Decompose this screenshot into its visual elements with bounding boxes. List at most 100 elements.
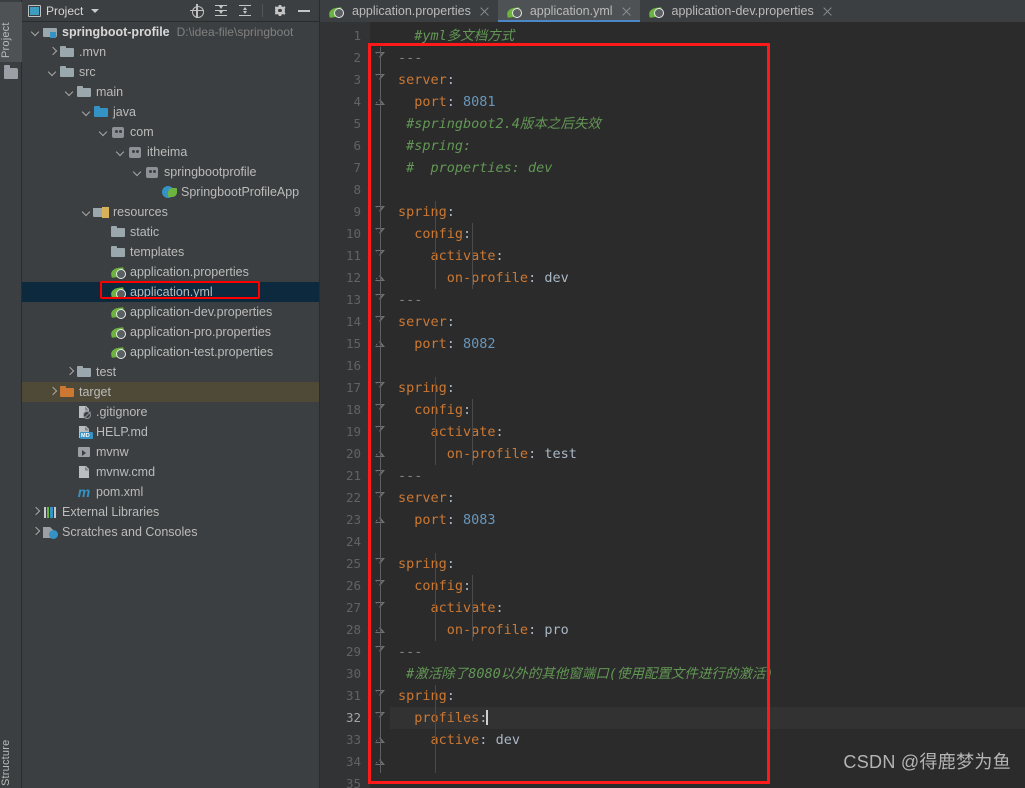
code-line[interactable] — [390, 355, 1025, 377]
code-line[interactable]: #yml多文档方式 — [390, 25, 1025, 47]
editor-tab-application-dev-properties[interactable]: application-dev.properties — [640, 0, 841, 22]
code-line[interactable]: config: — [390, 575, 1025, 597]
code-line[interactable]: activate: — [390, 421, 1025, 443]
tree-item-application-yml[interactable]: application.yml — [22, 282, 319, 302]
tree-item-mvnw[interactable]: mvnw — [22, 442, 319, 462]
line-number: 13 — [345, 292, 361, 307]
project-tree[interactable]: springboot-profile D:\idea-file\springboo… — [22, 22, 319, 788]
code-line[interactable]: server: — [390, 69, 1025, 91]
tree-item-pom-xml[interactable]: m pom.xml — [22, 482, 319, 502]
tree-item-src[interactable]: src — [22, 62, 319, 82]
code-line[interactable] — [390, 531, 1025, 553]
code-line[interactable]: server: — [390, 311, 1025, 333]
tree-item--mvn[interactable]: .mvn — [22, 42, 319, 62]
code-line[interactable]: # properties: dev — [390, 157, 1025, 179]
gear-icon[interactable] — [273, 4, 287, 18]
tree-item-resources[interactable]: resources — [22, 202, 319, 222]
code-text[interactable]: #yml多文档方式 --- server: port: 8081 #springbo… — [390, 22, 1025, 788]
chevron-right-icon[interactable] — [47, 47, 58, 58]
tree-item-springbootprofile[interactable]: springbootprofile — [22, 162, 319, 182]
chevron-down-icon[interactable] — [81, 207, 92, 218]
tool-window-button-project[interactable]: Project — [0, 2, 22, 62]
spring-application-class-icon — [161, 184, 177, 200]
code-line[interactable] — [390, 179, 1025, 201]
code-line[interactable]: config: — [390, 399, 1025, 421]
tree-item-springboot-profile[interactable]: springboot-profile D:\idea-file\springboo… — [22, 22, 319, 42]
project-view-selector[interactable]: Project — [28, 4, 100, 18]
code-line[interactable]: profiles: — [390, 707, 1025, 729]
code-line[interactable]: #spring: — [390, 135, 1025, 157]
code-line[interactable]: spring: — [390, 377, 1025, 399]
tool-window-button-structure[interactable]: Structure — [0, 734, 22, 786]
code-line[interactable]: --- — [390, 289, 1025, 311]
code-line[interactable]: --- — [390, 641, 1025, 663]
tree-item-main[interactable]: main — [22, 82, 319, 102]
chevron-down-icon[interactable] — [64, 87, 75, 98]
chevron-down-icon[interactable] — [81, 107, 92, 118]
chevron-right-icon[interactable] — [64, 367, 75, 378]
code-line[interactable]: --- — [390, 47, 1025, 69]
chevron-right-icon[interactable] — [30, 527, 41, 538]
code-line[interactable]: activate: — [390, 597, 1025, 619]
tree-item--gitignore[interactable]: .gitignore — [22, 402, 319, 422]
tree-item-java[interactable]: java — [22, 102, 319, 122]
tree-item-target[interactable]: target — [22, 382, 319, 402]
code-line[interactable]: on-profile: test — [390, 443, 1025, 465]
code-line[interactable]: on-profile: dev — [390, 267, 1025, 289]
close-icon[interactable] — [621, 6, 632, 17]
tree-item-help-md[interactable]: MD HELP.md — [22, 422, 319, 442]
tree-item-external-libraries[interactable]: External Libraries — [22, 502, 319, 522]
tree-item-application-test-properties[interactable]: application-test.properties — [22, 342, 319, 362]
code-token: : — [495, 248, 504, 264]
code-line[interactable]: server: — [390, 487, 1025, 509]
chevron-down-icon[interactable] — [98, 127, 109, 138]
code-line[interactable]: --- — [390, 465, 1025, 487]
close-icon[interactable] — [822, 6, 833, 17]
ide-window: Project Structure Project springboot-pro… — [0, 0, 1025, 788]
tree-item-com[interactable]: com — [22, 122, 319, 142]
code-line[interactable]: port: 8081 — [390, 91, 1025, 113]
code-token: : — [446, 314, 455, 330]
code-line[interactable]: #激活除了8080以外的其他窗端口(使用配置文件进行的激活) — [390, 663, 1025, 685]
expand-all-icon[interactable] — [214, 4, 228, 18]
tree-item-itheima[interactable]: itheima — [22, 142, 319, 162]
code-line[interactable]: #springboot2.4版本之后失效 — [390, 113, 1025, 135]
line-number: 7 — [353, 160, 361, 175]
code-line[interactable]: on-profile: pro — [390, 619, 1025, 641]
editor-tab-application-yml[interactable]: application.yml — [497, 0, 640, 22]
tree-item-static[interactable]: static — [22, 222, 319, 242]
code-token: : — [528, 446, 545, 462]
project-folder-icon — [4, 65, 18, 79]
minimize-icon[interactable] — [297, 4, 311, 18]
chevron-right-icon[interactable] — [47, 387, 58, 398]
tree-item-springbootprofileapp[interactable]: SpringbootProfileApp — [22, 182, 319, 202]
chevron-down-icon[interactable] — [91, 8, 100, 13]
tree-item-templates[interactable]: templates — [22, 242, 319, 262]
code-line[interactable]: port: 8082 — [390, 333, 1025, 355]
code-line[interactable]: spring: — [390, 201, 1025, 223]
chevron-down-icon[interactable] — [115, 147, 126, 158]
tree-item-application-pro-properties[interactable]: application-pro.properties — [22, 322, 319, 342]
line-number: 5 — [353, 116, 361, 131]
tree-item-mvnw-cmd[interactable]: mvnw.cmd — [22, 462, 319, 482]
code-line[interactable]: spring: — [390, 553, 1025, 575]
code-line[interactable]: config: — [390, 223, 1025, 245]
editor-tab-bar[interactable]: application.properties application.yml app… — [320, 0, 1025, 22]
close-icon[interactable] — [479, 6, 490, 17]
collapse-all-icon[interactable] — [238, 4, 252, 18]
tree-item-application-dev-properties[interactable]: application-dev.properties — [22, 302, 319, 322]
code-line[interactable]: port: 8083 — [390, 509, 1025, 531]
code-line[interactable] — [390, 773, 1025, 788]
code-folding-gutter[interactable] — [370, 22, 390, 788]
code-line[interactable]: spring: — [390, 685, 1025, 707]
editor-tab-application-properties[interactable]: application.properties — [320, 0, 498, 22]
tree-item-scratches-and-consoles[interactable]: Scratches and Consoles — [22, 522, 319, 542]
tree-item-test[interactable]: test — [22, 362, 319, 382]
chevron-down-icon[interactable] — [30, 27, 41, 38]
tree-item-application-properties[interactable]: application.properties — [22, 262, 319, 282]
code-line[interactable]: activate: — [390, 245, 1025, 267]
chevron-down-icon[interactable] — [132, 167, 143, 178]
locate-icon[interactable] — [190, 3, 204, 18]
chevron-down-icon[interactable] — [47, 67, 58, 78]
chevron-right-icon[interactable] — [30, 507, 41, 518]
